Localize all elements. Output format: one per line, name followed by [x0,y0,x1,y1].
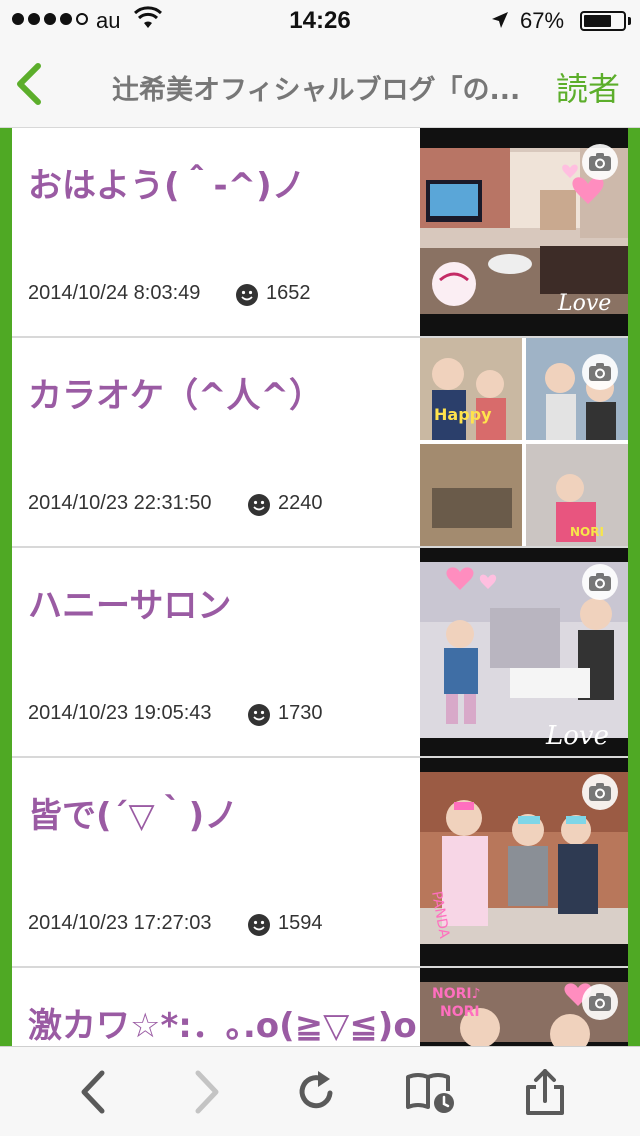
svg-text:NORI♪: NORI♪ [432,986,481,1002]
back-arrow-button[interactable] [70,1069,120,1115]
battery-icon [580,11,626,31]
entry-title: 激カワ☆*:．｡.o(≧▽≦)o [28,1006,417,1046]
bookmarks-button[interactable] [404,1069,454,1115]
smiley-icon [236,284,258,306]
list-item[interactable]: ハニーサロン 2014/10/23 19:05:43 1730 Love [12,548,628,758]
list-item[interactable]: カラオケ（^人^） 2014/10/23 22:31:50 2240 Happy… [12,338,628,548]
camera-icon [582,984,618,1020]
entry-count: 2240 [278,492,323,514]
smiley-icon [248,914,270,936]
svg-text:Love: Love [545,721,609,751]
entry-thumbnail: Love [420,548,628,756]
entry-title: カラオケ（^人^） [28,376,323,416]
entry-count: 1594 [278,912,323,934]
entry-count: 1730 [278,702,323,724]
back-arrow-icon [81,1070,105,1114]
reader-button[interactable]: 読者 [556,64,620,110]
blog-entry-list-area[interactable]: おはよう(＾-^)ノ 2014/10/24 8:03:49 1652 Love … [0,128,640,1046]
entry-title: ハニーサロン [28,586,232,626]
page-title: 辻希美オフィシャルブログ「の... [112,75,521,106]
forward-arrow-button[interactable] [180,1069,230,1115]
navigation-bar: 辻希美オフィシャルブログ「の... 読者 [0,40,640,128]
reload-button[interactable] [292,1069,342,1115]
blog-entry-list: おはよう(＾-^)ノ 2014/10/24 8:03:49 1652 Love … [12,128,628,1046]
location-arrow-icon [492,12,508,28]
entry-date: 2014/10/23 17:27:03 [28,912,212,934]
camera-icon [582,144,618,180]
entry-date: 2014/10/23 22:31:50 [28,492,212,514]
battery-tip [628,17,631,25]
camera-icon [582,774,618,810]
list-item[interactable]: おはよう(＾-^)ノ 2014/10/24 8:03:49 1652 Love [12,128,628,338]
status-bar: au 14:26 67% [0,0,640,40]
chevron-left-icon [17,63,41,105]
entry-title: おはよう(＾-^)ノ [28,166,306,206]
entry-date: 2014/10/24 8:03:49 [28,282,201,304]
list-item[interactable]: 皆で(´▽｀)ノ 2014/10/23 17:27:03 1594 PANDA [12,758,628,968]
back-button[interactable] [10,62,50,106]
share-icon [526,1069,564,1115]
browser-toolbar [0,1046,640,1136]
entry-count: 1652 [266,282,311,304]
entry-thumbnail: PANDA [420,758,628,966]
battery-percent: 67% [520,8,565,33]
svg-text:Love: Love [557,291,611,316]
entry-thumbnail: Happy NORI [420,338,628,546]
entry-thumbnail: Love [420,128,628,336]
list-item[interactable]: 激カワ☆*:．｡.o(≧▽≦)o NORI♪ NORI [12,968,628,1046]
svg-text:NORI: NORI [570,525,604,539]
svg-text:NORI: NORI [440,1004,480,1020]
entry-thumbnail: NORI♪ NORI [420,968,628,1046]
camera-icon [582,564,618,600]
bookmarks-icon [406,1073,454,1113]
reload-icon [299,1071,333,1109]
svg-text:Happy: Happy [434,405,492,424]
entry-title: 皆で(´▽｀)ノ [28,796,239,836]
smiley-icon [248,704,270,726]
smiley-icon [248,494,270,516]
entry-date: 2014/10/23 19:05:43 [28,702,212,724]
forward-arrow-icon [195,1070,219,1114]
share-button[interactable] [520,1069,570,1115]
camera-icon [582,354,618,390]
